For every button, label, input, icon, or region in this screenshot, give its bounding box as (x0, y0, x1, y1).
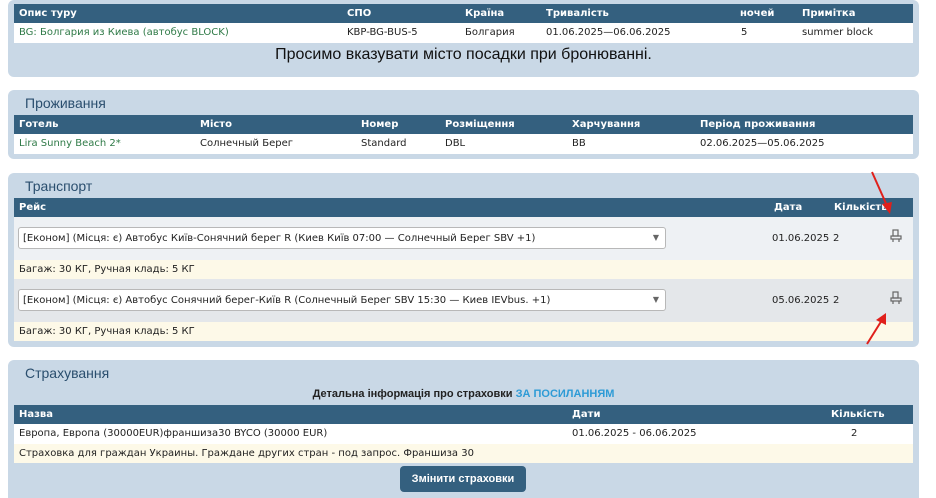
transport-title: Транспорт (25, 178, 93, 194)
insurance-info: Детальна інформація про страховки ЗА ПОС… (8, 388, 919, 400)
header-duration: Тривалість (546, 8, 609, 19)
transport-table-header: Рейс Дата Кількість (14, 198, 913, 217)
transport-row-1: [Економ] (Місця: є) Автобус Київ-Сонячни… (14, 217, 913, 260)
header-spo: СПО (347, 8, 372, 19)
header-nights: ночей (740, 8, 775, 19)
hotel-period: 02.06.2025—05.06.2025 (700, 138, 825, 149)
hotel-room: Standard (361, 138, 407, 149)
tour-name-link[interactable]: BG: Болгария из Киева (автобус BLOCK) (19, 23, 229, 42)
insurance-count: 2 (851, 428, 858, 439)
tour-duration: 01.06.2025—06.06.2025 (546, 27, 671, 38)
trip-select-1-value: [Економ] (Місця: є) Автобус Київ-Сонячни… (23, 233, 536, 244)
bus-seat-icon[interactable] (890, 229, 902, 249)
header-meal: Харчування (572, 119, 641, 130)
insurance-note-row: Страховка для граждан Украины. Граждане … (14, 444, 913, 463)
hotel-meal: BB (572, 138, 586, 149)
header-placement: Розміщення (445, 119, 515, 130)
trip-select-1[interactable]: [Економ] (Місця: є) Автобус Київ-Сонячни… (18, 227, 666, 249)
hotel-city: Солнечный Берег (200, 138, 293, 149)
trip-date-2: 05.06.2025 (772, 295, 830, 306)
header-room: Номер (361, 119, 399, 130)
chevron-down-icon: ▼ (652, 233, 659, 242)
baggage-info-1: Багаж: 30 КГ, Ручная кладь: 5 КГ (19, 264, 195, 275)
header-period: Період проживання (700, 119, 816, 130)
insurance-note: Страховка для граждан Украины. Граждане … (19, 448, 474, 459)
baggage-info-2: Багаж: 30 КГ, Ручная кладь: 5 КГ (19, 326, 195, 337)
insurance-row: Европа, Европа (30000EUR)франшиза30 BYCO… (14, 424, 913, 444)
boarding-notice: Просимо вказувати місто посадки при брон… (275, 46, 652, 63)
baggage-row-2: Багаж: 30 КГ, Ручная кладь: 5 КГ (14, 322, 913, 341)
header-insurance-name: Назва (19, 409, 54, 420)
trip-count-2: 2 (833, 295, 840, 306)
chevron-down-icon: ▼ (652, 295, 659, 304)
hotel-placement: DBL (445, 138, 466, 149)
header-note: Примітка (802, 8, 856, 19)
annotation-arrow-top (871, 171, 892, 214)
transport-row-2: [Економ] (Місця: є) Автобус Сонячний бер… (14, 279, 913, 322)
accommodation-title: Проживання (25, 95, 106, 111)
annotation-arrow-bottom (866, 313, 886, 345)
trip-date-1: 01.06.2025 (772, 233, 830, 244)
accommodation-row: Lira Sunny Beach 2* Солнечный Берег Stan… (14, 134, 913, 154)
header-date: Дата (774, 202, 803, 213)
tour-country: Болгария (465, 27, 515, 38)
header-city: Місто (200, 119, 232, 130)
tour-table-header: Опис туру СПО Країна Тривалість ночей Пр… (14, 4, 913, 23)
header-tour-name: Опис туру (19, 8, 77, 19)
insurance-info-link[interactable]: ЗА ПОСИЛАННЯМ (516, 388, 615, 400)
change-insurance-button[interactable]: Змінити страховки (400, 466, 526, 492)
hotel-link[interactable]: Lira Sunny Beach 2* (19, 134, 121, 153)
insurance-info-text: Детальна інформація про страховки (312, 388, 513, 400)
insurance-name: Европа, Европа (30000EUR)франшиза30 BYCO… (19, 428, 328, 439)
header-insurance-count: Кількість (831, 409, 885, 420)
insurance-title: Страхування (25, 365, 110, 381)
tour-spo: KBP-BG-BUS-5 (347, 27, 418, 38)
header-country: Країна (465, 8, 505, 19)
trip-select-2-value: [Економ] (Місця: є) Автобус Сонячний бер… (23, 295, 551, 306)
tour-row: BG: Болгария из Киева (автобус BLOCK) KB… (14, 23, 913, 43)
accommodation-panel: Проживання Готель Місто Номер Розміщення… (8, 90, 919, 159)
insurance-table-header: Назва Дати Кількість (14, 405, 913, 424)
tour-nights: 5 (741, 27, 748, 38)
trip-count-1: 2 (833, 233, 840, 244)
header-insurance-dates: Дати (572, 409, 601, 420)
tour-panel: Опис туру СПО Країна Тривалість ночей Пр… (8, 0, 919, 77)
baggage-row-1: Багаж: 30 КГ, Ручная кладь: 5 КГ (14, 260, 913, 279)
accommodation-table-header: Готель Місто Номер Розміщення Харчування… (14, 115, 913, 134)
trip-select-2[interactable]: [Економ] (Місця: є) Автобус Сонячний бер… (18, 289, 666, 311)
tour-note: summer block (802, 27, 874, 38)
header-trip: Рейс (19, 202, 47, 213)
transport-panel: Транспорт Рейс Дата Кількість [Економ] (… (8, 173, 919, 347)
insurance-dates: 01.06.2025 - 06.06.2025 (572, 428, 697, 439)
header-hotel: Готель (19, 119, 59, 130)
